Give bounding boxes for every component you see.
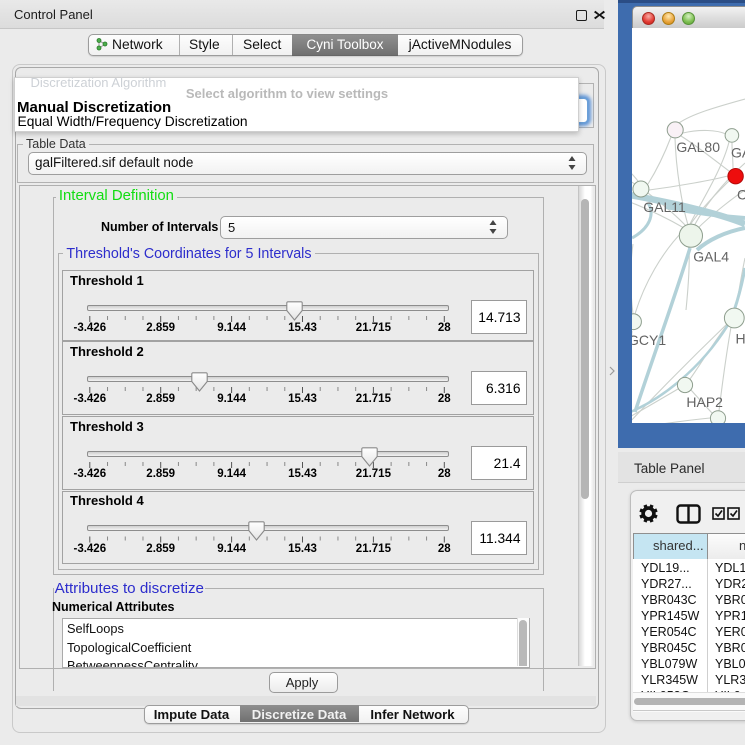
svg-text:H: H bbox=[736, 331, 745, 347]
svg-text:GCY1: GCY1 bbox=[632, 332, 666, 348]
svg-text:GAL80: GAL80 bbox=[676, 139, 720, 155]
svg-text:HAP2: HAP2 bbox=[686, 394, 723, 410]
svg-text:GAL11: GAL11 bbox=[643, 199, 686, 215]
svg-text:GAL4: GAL4 bbox=[693, 249, 729, 265]
svg-text:GA: GA bbox=[731, 145, 745, 161]
svg-text:C: C bbox=[737, 187, 745, 203]
